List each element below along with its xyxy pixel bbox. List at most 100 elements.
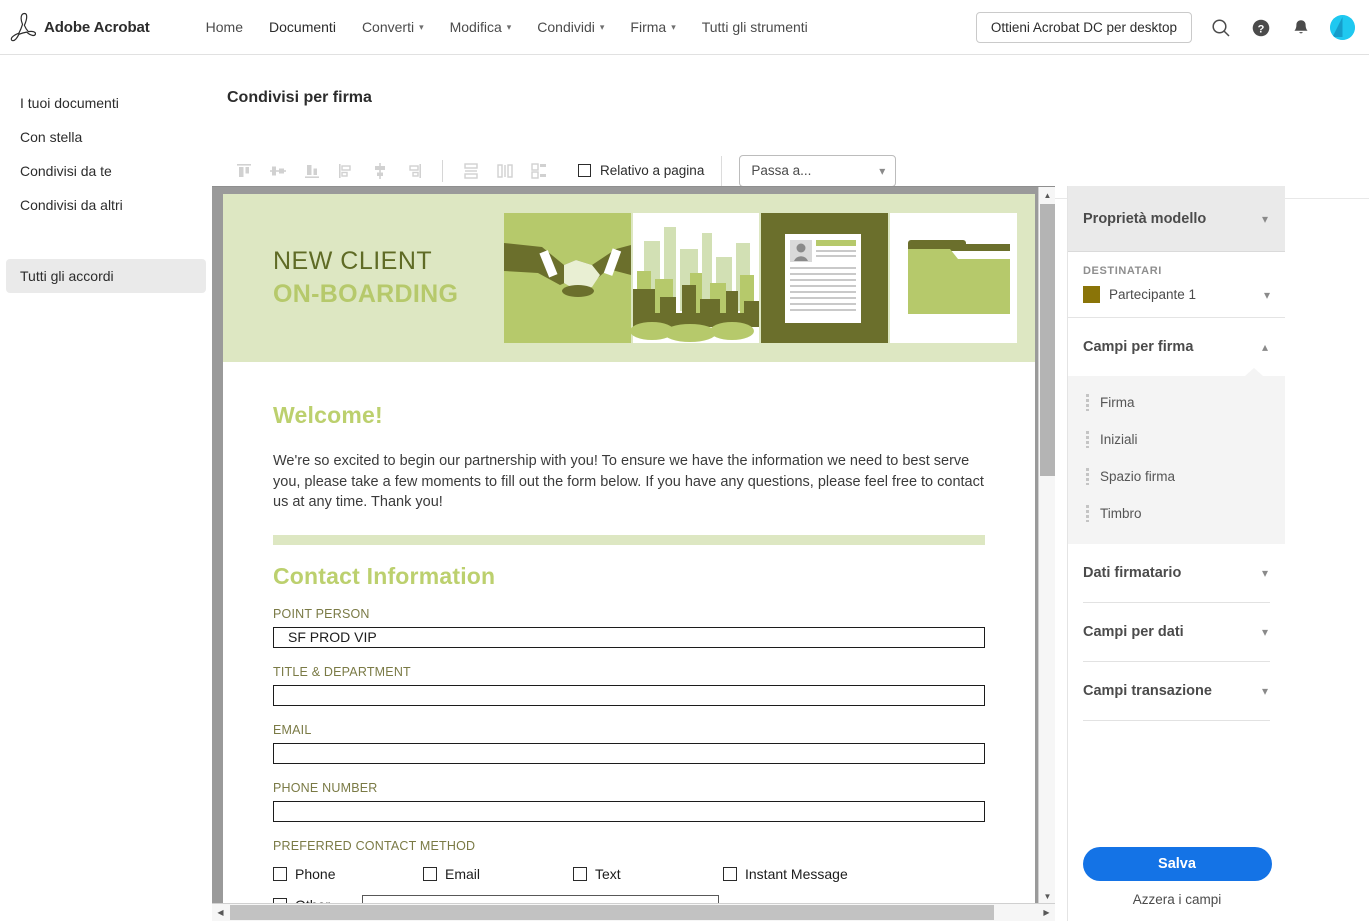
chevron-down-icon: ▾ (879, 163, 886, 178)
align-center-icon[interactable] (363, 156, 397, 186)
section-header-campi-per-dati[interactable]: Campi per dati ▾ (1068, 603, 1285, 661)
match-size-icon[interactable] (522, 156, 556, 186)
field-item-label: Iniziali (1100, 432, 1138, 447)
field-input-email[interactable] (273, 742, 985, 764)
nav-item-home[interactable]: Home (193, 13, 256, 41)
user-avatar[interactable] (1330, 15, 1355, 40)
field-label-preferred-contact-method: PREFERRED CONTACT METHOD (273, 838, 476, 853)
notifications-icon[interactable] (1290, 17, 1312, 39)
chevron-down-icon: ▾ (1261, 566, 1268, 580)
sidebar-item-i-tuoi-documenti[interactable]: I tuoi documenti (6, 86, 206, 120)
field-item-firma[interactable]: Firma (1068, 384, 1285, 421)
toolbar-divider (442, 159, 443, 182)
nav-item-converti[interactable]: Converti ▾ (349, 13, 437, 41)
field-input-title-department[interactable] (273, 684, 985, 706)
svg-text:?: ? (1258, 23, 1265, 35)
recipient-name: Partecipante 1 (1109, 287, 1197, 302)
section-header-dati-firmatario[interactable]: Dati firmatario ▾ (1068, 544, 1285, 602)
nav-item-condividi[interactable]: Condividi ▾ (524, 13, 617, 41)
section-title: Dati firmatario (1083, 565, 1182, 581)
properties-header-title: Proprietà modello (1083, 210, 1207, 227)
checkbox-email[interactable]: Email (423, 866, 573, 882)
pdf-page: NEW CLIENT ON-BOARDING Welcome! We're so… (223, 194, 1035, 905)
nav-label: Converti (361, 19, 415, 35)
checkbox-phone[interactable]: Phone (273, 866, 423, 882)
field-input-point-person[interactable]: SF PROD VIP (273, 626, 985, 648)
main-content: Condivisi per firma Relativo a pagina Pa… (212, 56, 1369, 921)
field-label-title-department: TITLE & DEPARTMENT (273, 664, 411, 679)
recipients-section: DESTINATARI Partecipante 1 ▾ (1068, 252, 1285, 318)
sidebar-item-condivisi-da-te[interactable]: Condivisi da te (6, 154, 206, 188)
recipient-color-swatch (1083, 286, 1100, 303)
page-title: Condivisi per firma (227, 89, 372, 106)
search-icon[interactable] (1210, 17, 1232, 39)
field-item-label: Spazio firma (1100, 469, 1176, 484)
distribute-vertical-icon[interactable] (454, 156, 488, 186)
pdf-banner: NEW CLIENT ON-BOARDING (223, 194, 1035, 362)
field-item-iniziali[interactable]: Iniziali (1068, 421, 1285, 458)
sidebar-item-con-stella[interactable]: Con stella (6, 120, 206, 154)
horizontal-scrollbar-thumb[interactable] (230, 905, 994, 920)
chevron-down-icon: ▾ (1261, 625, 1268, 639)
nav-item-documenti[interactable]: Documenti (256, 13, 349, 58)
checkbox-box (423, 866, 437, 881)
sidebar-item-tutti-gli-accordi[interactable]: Tutti gli accordi (6, 259, 206, 293)
section-header-campi-transazione[interactable]: Campi transazione ▾ (1068, 662, 1285, 720)
reset-fields-link[interactable]: Azzera i campi (1068, 892, 1286, 907)
pdf-banner-text: NEW CLIENT ON-BOARDING (223, 194, 504, 362)
checkbox-box (573, 866, 587, 881)
chevron-down-icon: ▾ (671, 21, 676, 32)
checkbox-box (273, 866, 287, 881)
relative-to-page-checkbox[interactable]: Relativo a pagina (578, 163, 704, 178)
checkbox-text[interactable]: Text (573, 866, 723, 882)
scroll-up-arrow[interactable]: ▲ (1039, 187, 1056, 204)
field-label-email: EMAIL (273, 722, 312, 737)
recipients-label: DESTINATARI (1083, 265, 1162, 277)
vertical-scrollbar-thumb[interactable] (1040, 204, 1055, 476)
save-button[interactable]: Salva (1082, 847, 1272, 881)
align-middle-horizontal-icon[interactable] (261, 156, 295, 186)
section-divider (1083, 720, 1270, 721)
checkbox-box (578, 164, 591, 177)
align-left-icon[interactable] (329, 156, 363, 186)
jump-to-select[interactable]: Passa a... ▾ (739, 154, 897, 187)
pdf-banner-line1: NEW CLIENT (273, 247, 433, 275)
help-icon[interactable]: ? (1250, 17, 1272, 39)
align-right-icon[interactable] (397, 156, 431, 186)
drag-handle-icon (1086, 505, 1089, 522)
checkbox-box (723, 866, 737, 881)
section-title: Campi per firma (1083, 339, 1194, 355)
sidebar-divider (0, 222, 212, 259)
get-acrobat-desktop-button[interactable]: Ottieni Acrobat DC per desktop (975, 12, 1192, 43)
field-item-spazio-firma[interactable]: Spazio firma (1068, 458, 1285, 495)
pdf-body: Welcome! We're so excited to begin our p… (223, 362, 1035, 905)
distribute-horizontal-icon[interactable] (488, 156, 522, 186)
brand[interactable]: Adobe Acrobat (10, 12, 150, 42)
nav-item-modifica[interactable]: Modifica ▾ (437, 13, 525, 41)
vertical-scrollbar[interactable]: ▲ ▼ (1038, 187, 1055, 905)
field-item-label: Firma (1100, 395, 1135, 410)
checkbox-label: Phone (295, 865, 336, 882)
horizontal-scrollbar[interactable]: ◀ ▶ (212, 903, 1055, 921)
field-input-phone-number[interactable] (273, 800, 985, 822)
chevron-up-icon: ▴ (1261, 340, 1268, 354)
align-bottom-icon[interactable] (295, 156, 329, 186)
align-top-icon[interactable] (227, 156, 261, 186)
scroll-left-arrow[interactable]: ◀ (212, 904, 229, 921)
field-item-timbro[interactable]: Timbro (1068, 495, 1285, 532)
sidebar-item-condivisi-da-altri[interactable]: Condivisi da altri (6, 188, 206, 222)
scroll-right-arrow[interactable]: ▶ (1038, 904, 1055, 921)
nav-item-tutti-gli-strumenti[interactable]: Tutti gli strumenti (689, 13, 821, 41)
properties-header[interactable]: Proprietà modello ▾ (1068, 186, 1285, 252)
checkbox-instant-message[interactable]: Instant Message (723, 866, 848, 882)
relative-to-page-label: Relativo a pagina (600, 163, 705, 178)
nav-label: Modifica (449, 19, 502, 35)
chevron-down-icon: ▾ (419, 21, 424, 32)
nav-item-firma[interactable]: Firma ▾ (617, 13, 688, 41)
acrobat-logo-icon (10, 12, 36, 42)
checkbox-label: Email (445, 865, 481, 882)
onboarding-illustration (504, 213, 1017, 343)
checkbox-label: Instant Message (745, 865, 848, 882)
recipient-selector[interactable]: Partecipante 1 ▾ (1083, 286, 1270, 303)
field-label-point-person: POINT PERSON (273, 606, 370, 621)
